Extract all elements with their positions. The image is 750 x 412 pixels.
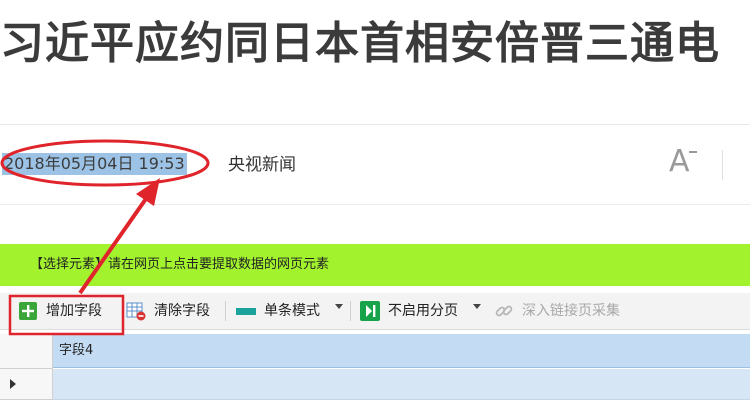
divider xyxy=(722,150,723,180)
clear-table-icon xyxy=(126,302,146,321)
single-mode-dropdown-icon[interactable] xyxy=(335,304,343,309)
selection-hint-bar: 【选择元素】请在网页上点击要提取数据的网页元素 xyxy=(0,244,750,286)
article-source[interactable]: 央视新闻 xyxy=(228,153,296,177)
paging-icon xyxy=(360,301,380,321)
font-size-bar xyxy=(689,151,697,153)
grid-corner xyxy=(0,334,53,369)
link-icon xyxy=(495,305,513,317)
no-paging-label: 不启用分页 xyxy=(388,303,458,319)
single-row-icon xyxy=(236,308,256,315)
divider xyxy=(0,124,750,125)
article-date-selected[interactable]: 2018年05月04日 19:53 xyxy=(2,153,187,175)
toolbar: 增加字段 清除字段 单条模式 不启用分页 深入链接页采集 xyxy=(0,293,750,330)
annotation-arrow-head xyxy=(136,178,160,206)
add-icon xyxy=(19,302,37,320)
grid-cell[interactable] xyxy=(53,369,750,400)
no-paging-dropdown-icon[interactable] xyxy=(473,304,481,309)
grid-column-header[interactable]: 字段4 xyxy=(53,334,750,368)
font-size-icon[interactable]: A xyxy=(669,145,699,179)
article-headline: 习近平应约同日本首相安倍晋三通电 xyxy=(0,18,720,69)
row-pointer-icon xyxy=(10,379,16,389)
single-mode-label: 单条模式 xyxy=(264,303,320,319)
font-size-glyph: A xyxy=(669,144,690,179)
toolbar-separator xyxy=(225,301,226,321)
data-grid: 字段4 xyxy=(0,330,750,412)
row-indicator[interactable] xyxy=(0,369,53,400)
toolbar-separator xyxy=(350,301,351,321)
clear-fields-label: 清除字段 xyxy=(154,303,210,319)
deep-link-label: 深入链接页采集 xyxy=(522,303,620,319)
add-field-label: 增加字段 xyxy=(46,303,102,319)
divider xyxy=(0,204,750,205)
